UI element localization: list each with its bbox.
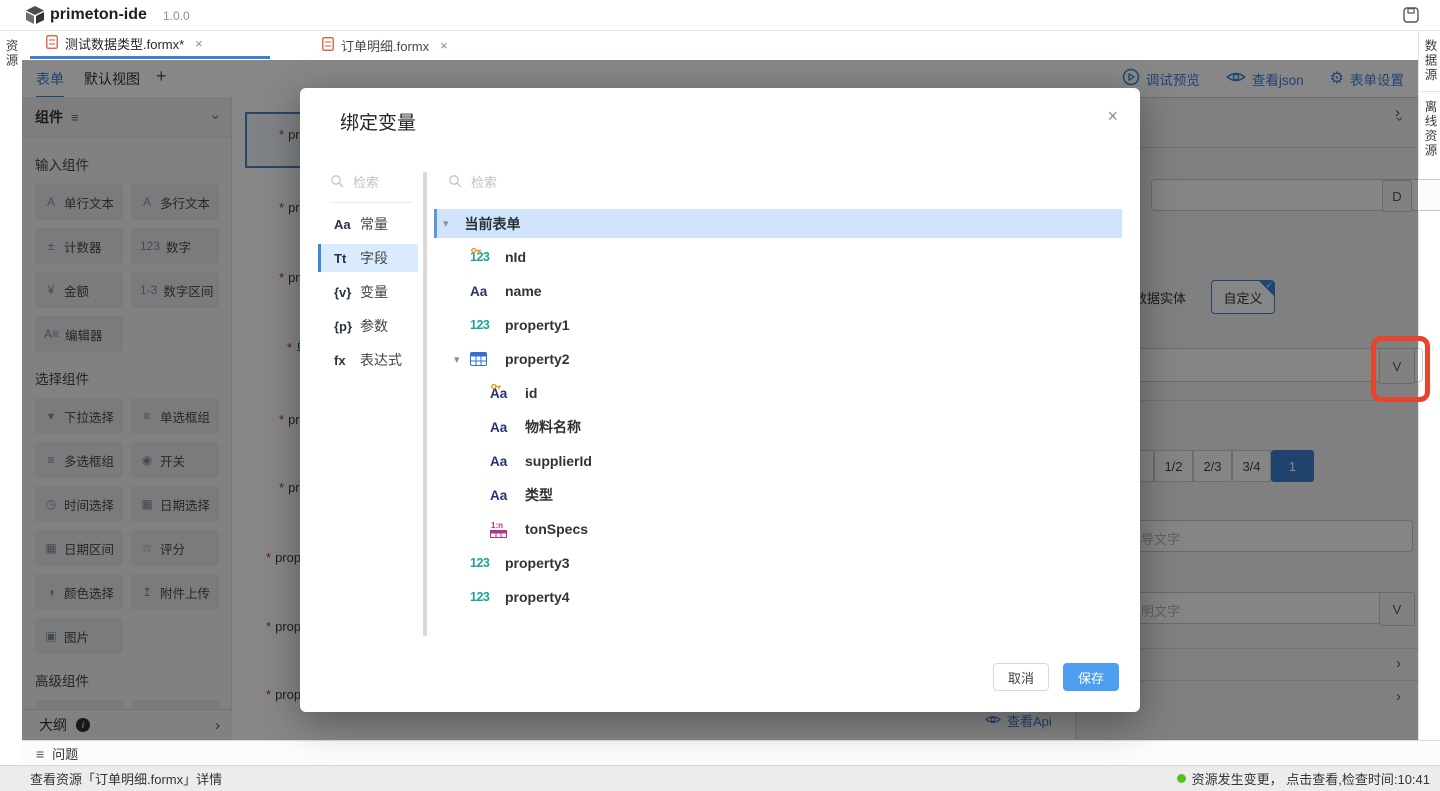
cancel-button[interactable]: 取消 [993,663,1049,691]
tree-node-material-name[interactable]: Aa 物料名称 [434,410,1122,444]
text-type-icon: Aa [490,488,507,503]
title-bar: primeton-ide 1.0.0 [0,0,1440,31]
text-type-icon: Aa [470,284,487,299]
problems-label: 问题 [52,744,78,763]
category-variable[interactable]: {v}变量 [318,278,418,306]
tree-node-property3[interactable]: 123 property3 [434,546,1122,580]
app-version: 1.0.0 [163,9,190,23]
modal-title: 绑定变量 [340,108,416,135]
category-constant[interactable]: Aa常量 [318,210,418,238]
tree-node-property2[interactable]: ▾ property2 [434,342,1122,376]
status-left-text[interactable]: 查看资源「订单明细.formx」详情 [30,769,222,788]
tab-label: 测试数据类型.formx* [65,34,184,53]
constant-icon: Aa [334,217,360,232]
primary-key-icon [491,378,502,393]
primary-key-icon [471,242,482,257]
text-type-icon: Aa [490,454,507,469]
editor-tab-bar: 测试数据类型.formx* × 订单明细.formx × [22,31,1418,61]
status-right[interactable]: 资源发生变更， 点击查看,检查时间:10:41 [1177,769,1430,788]
annotation-highlight [1371,336,1430,402]
tree-node-property4[interactable]: 123 property4 [434,580,1122,614]
search-icon [448,174,462,191]
tab-label: 订单明细.formx [341,36,429,55]
tree-search[interactable] [448,174,533,191]
table-type-icon [470,352,496,366]
category-parameter[interactable]: {p}参数 [318,312,418,340]
status-green-dot-icon [1177,774,1186,783]
status-bar: 查看资源「订单明细.formx」详情 资源发生变更， 点击查看,检查时间:10:… [0,765,1440,791]
text-type-icon: Aa [490,420,507,435]
tree-root-label: 当前表单 [465,214,521,234]
document-icon [46,35,58,52]
category-field[interactable]: Tt字段 [318,244,418,272]
number-type-icon: 123 [470,590,489,604]
tree-node-id[interactable]: Aa id [434,376,1122,410]
tree-node-tonSpecs[interactable]: 1:n tonSpecs [434,512,1122,546]
close-tab-icon[interactable]: × [195,36,203,51]
status-right-text: 资源发生变更， 点击查看,检查时间:10:41 [1192,769,1430,788]
datasource-rail-tab[interactable]: 数据源 [1421,39,1440,92]
variable-icon: {v} [334,285,360,300]
document-icon [322,37,334,54]
caret-down-icon[interactable]: ▾ [443,217,449,230]
svg-text:1:n: 1:n [491,521,503,530]
number-type-icon: 123 [470,318,489,332]
number-type-icon: 123 [470,556,489,570]
tree-node-name[interactable]: Aa name [434,274,1122,308]
save-icon[interactable] [1403,7,1419,26]
tab-order-detail[interactable]: 订单明细.formx × [322,31,448,59]
primeton-ide-window: primeton-ide 1.0.0 资源 数据源 离线资源 测试数据类型.fo… [0,0,1440,791]
category-search[interactable] [330,174,415,191]
search-icon [330,174,344,191]
problems-bar[interactable]: ≡ 问题 [22,740,1440,766]
tree-root-current-form[interactable]: ▾ 当前表单 [434,209,1122,238]
tree-node-nId[interactable]: 123 nId [434,240,1122,274]
field-icon: Tt [334,251,360,266]
close-tab-icon[interactable]: × [440,38,448,53]
parameter-icon: {p} [334,319,360,334]
tree-search-input[interactable] [469,174,533,191]
caret-down-icon[interactable]: ▾ [454,353,460,366]
category-expression[interactable]: fx表达式 [318,346,418,374]
app-logo-icon [24,5,46,28]
panel-scrollbar[interactable] [423,172,427,636]
tree-node-property1[interactable]: 123 property1 [434,308,1122,342]
field-tree: 123 nId Aa name 123 property1 ▾ property… [434,240,1122,614]
search-underline [330,202,412,203]
list-icon: ≡ [36,746,44,762]
expression-icon: fx [334,353,360,368]
save-button[interactable]: 保存 [1063,663,1119,691]
bind-variable-modal: 绑定变量 × Aa常量 Tt字段 {v}变量 {p}参数 fx表达式 ▾ 当前表… [300,88,1140,712]
category-search-input[interactable] [351,174,415,191]
tree-node-supplierId[interactable]: Aa supplierId [434,444,1122,478]
resources-rail-tab[interactable]: 资源 [2,39,21,68]
offline-resources-rail-tab[interactable]: 离线资源 [1421,100,1440,158]
close-icon[interactable]: × [1107,106,1118,127]
tab-test-data-type[interactable]: 测试数据类型.formx* × [30,31,270,59]
left-rail: 资源 [0,31,23,765]
app-name: primeton-ide [50,6,147,24]
relation-1n-icon: 1:n [490,521,516,538]
tree-node-type[interactable]: Aa 类型 [434,478,1122,512]
